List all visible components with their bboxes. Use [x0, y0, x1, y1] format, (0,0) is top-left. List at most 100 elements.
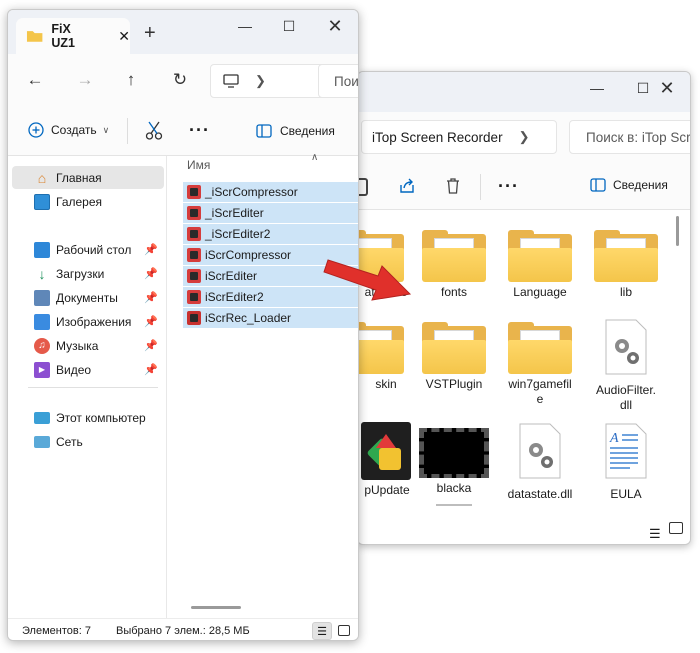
pin-icon[interactable]: 📌	[144, 243, 158, 256]
updater-app-icon	[361, 422, 411, 480]
folder-icon	[594, 230, 658, 282]
scrollbar[interactable]	[676, 216, 679, 246]
minimize-button[interactable]: —	[574, 72, 620, 104]
folder-win7gamefile[interactable]: win7gamefil e	[500, 322, 580, 407]
more-options-icon[interactable]: ···	[189, 120, 210, 141]
details-view-icon[interactable]: ☰	[649, 526, 661, 542]
large-icons-view-icon[interactable]	[338, 625, 350, 636]
details-view-icon[interactable]: ☰	[312, 622, 332, 640]
pin-icon[interactable]: 📌	[144, 267, 158, 280]
close-button[interactable]: ✕	[312, 10, 358, 42]
file-name: iScrRec_Loader	[205, 311, 292, 325]
search-input[interactable]: Пои	[318, 64, 358, 98]
status-bar: Элементов: 7 Выбрано 7 элем.: 28,5 МБ ☰	[8, 618, 358, 640]
dll-gear-icon	[605, 319, 647, 375]
file-audiofilter-dll[interactable]: AudioFilter. dll	[586, 318, 666, 413]
forward-arrow-icon[interactable]: →	[69, 64, 101, 96]
address-bar[interactable]: ❯	[210, 64, 328, 98]
details-label: Сведения	[613, 178, 668, 192]
sidebar-item-label: Галерея	[56, 194, 103, 209]
folder-skin[interactable]: skin	[358, 322, 412, 392]
folder-icon	[422, 230, 486, 282]
pin-icon[interactable]: 📌	[144, 315, 158, 328]
folder-icon	[358, 322, 404, 374]
sidebar-item-pictures[interactable]: Изображения 📌	[12, 310, 164, 333]
create-label: Создать	[51, 123, 97, 137]
folder-fonts[interactable]: fonts	[414, 230, 494, 300]
horizontal-scrollbar[interactable]	[191, 606, 241, 609]
details-button[interactable]: Сведения	[256, 124, 335, 138]
sidebar-item-music[interactable]: ♫ Музыка 📌	[12, 334, 164, 357]
new-tab-button[interactable]: +	[144, 22, 156, 45]
pin-icon[interactable]: 📌	[144, 339, 158, 352]
folder-icon	[508, 322, 572, 374]
sidebar-item-desktop[interactable]: Рабочий стол 📌	[12, 238, 164, 261]
minimize-button[interactable]: —	[222, 10, 268, 42]
sidebar-item-documents[interactable]: Документы 📌	[12, 286, 164, 309]
sidebar-item-label: Музыка	[56, 338, 99, 353]
app-icon	[187, 290, 201, 304]
plus-circle-icon	[28, 122, 44, 138]
navigation-pane: ⌂ Главная Галерея Рабочий стол 📌 ↓ Загру…	[8, 156, 166, 618]
search-input[interactable]: Поиск в: iTop Scre	[569, 120, 690, 154]
sidebar-item-network[interactable]: Сеть	[12, 430, 164, 453]
pin-icon[interactable]: 📌	[144, 363, 158, 376]
folder-language[interactable]: Language	[500, 230, 580, 300]
item-count: Элементов: 7	[22, 625, 91, 637]
sidebar-item-label: Главная	[56, 170, 102, 185]
documents-icon	[34, 289, 50, 306]
column-header-name[interactable]: Имя	[187, 158, 210, 172]
refresh-icon[interactable]: ↻	[164, 64, 196, 96]
file-eula[interactable]: A EULA	[586, 422, 666, 502]
close-button[interactable]: ✕	[644, 72, 690, 104]
file-row[interactable]: _iScrEditer	[183, 203, 358, 223]
divider	[127, 118, 128, 144]
tab-fix-uz1[interactable]: FiX UZ1 ✕	[16, 18, 130, 54]
large-icons-view-icon[interactable]	[669, 522, 683, 534]
maximize-button[interactable]: ☐	[266, 10, 312, 42]
sidebar-item-videos[interactable]: ▶ Видео 📌	[12, 358, 164, 381]
drag-arrow-icon	[323, 259, 412, 301]
navigation-bar: iTop Screen Recorder ❯ Поиск в: iTop Scr…	[358, 112, 690, 164]
sidebar-item-downloads[interactable]: ↓ Загрузки 📌	[12, 262, 164, 285]
up-arrow-icon[interactable]: ↑	[115, 64, 147, 96]
sidebar-item-this-pc[interactable]: Этот компьютер	[12, 406, 164, 429]
chevron-right-icon[interactable]: ❯	[255, 73, 266, 89]
tab-title: FiX UZ1	[51, 22, 75, 50]
file-updater[interactable]: pUpdate	[358, 422, 412, 498]
folder-icon	[26, 31, 43, 42]
file-list: Имя ∧ _iScrCompressor _iScrEditer _iScrE…	[166, 152, 358, 618]
sidebar-item-label: Изображения	[56, 314, 132, 329]
more-options-icon[interactable]: ···	[498, 176, 519, 197]
folder-vstplugin[interactable]: VSTPlugin	[414, 322, 494, 392]
file-row[interactable]: iScrRec_Loader	[183, 308, 358, 328]
title-bar: — ☐ ✕	[358, 72, 690, 112]
scissors-icon[interactable]	[145, 121, 163, 141]
copy-icon[interactable]	[358, 178, 368, 196]
close-tab-icon[interactable]: ✕	[118, 28, 130, 45]
app-icon	[187, 185, 201, 199]
sidebar-item-gallery[interactable]: Галерея	[12, 190, 164, 213]
create-button[interactable]: Создать ∨	[28, 122, 109, 138]
file-blacka[interactable]: blacka	[414, 422, 494, 506]
tile-label: AudioFilter. dll	[595, 383, 657, 412]
file-row[interactable]: _iScrCompressor	[183, 182, 358, 202]
address-bar[interactable]: iTop Screen Recorder ❯	[361, 120, 557, 154]
delete-icon[interactable]	[444, 177, 462, 195]
network-icon	[34, 435, 50, 448]
sidebar-item-label: Загрузки	[56, 266, 105, 281]
tile-label: pUpdate	[364, 483, 410, 497]
sidebar-item-home[interactable]: ⌂ Главная	[12, 166, 164, 189]
folder-lib[interactable]: lib	[586, 230, 666, 300]
file-datastate-dll[interactable]: datastate.dll	[500, 422, 580, 502]
file-row[interactable]: _iScrEditer2	[183, 224, 358, 244]
share-icon[interactable]	[398, 177, 416, 195]
details-button[interactable]: Сведения	[590, 178, 668, 192]
chevron-right-icon[interactable]: ❯	[519, 129, 530, 145]
tile-label: VSTPlugin	[425, 377, 483, 391]
scroll-indicator	[436, 504, 472, 506]
app-icon	[187, 206, 201, 220]
back-arrow-icon[interactable]: ←	[19, 64, 51, 96]
file-name: _iScrEditer2	[205, 227, 271, 241]
pin-icon[interactable]: 📌	[144, 291, 158, 304]
